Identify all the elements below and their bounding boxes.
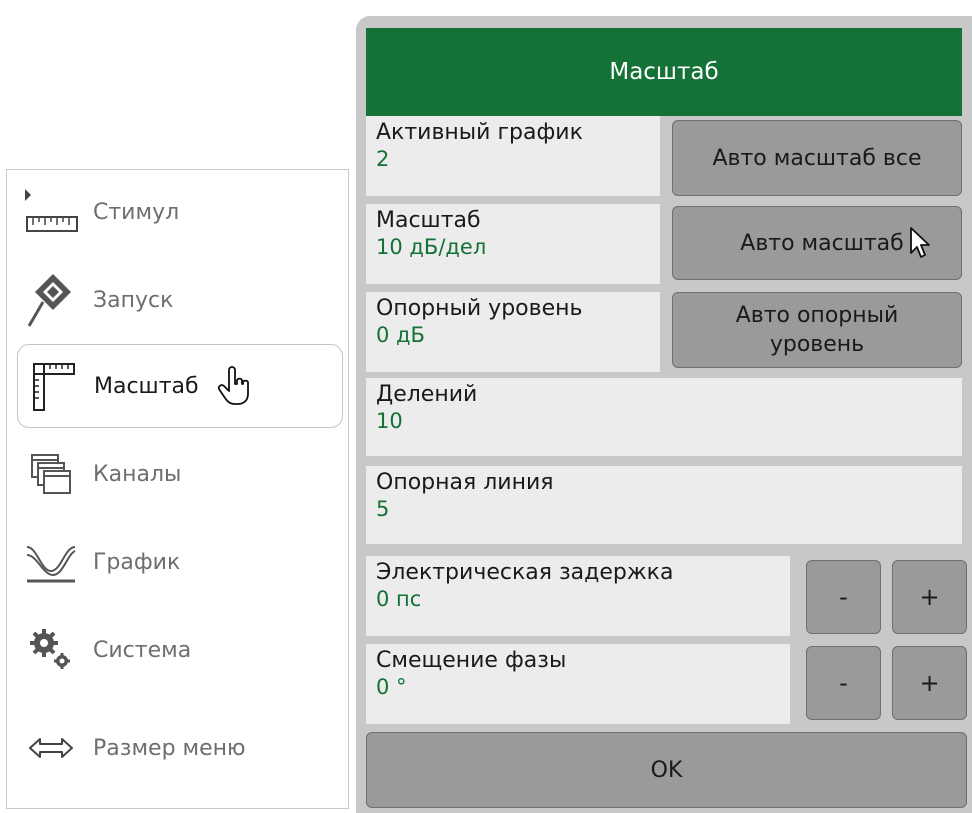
menu-item-label: Каналы [93, 461, 182, 487]
ref-position-label: Опорная линия [376, 470, 554, 495]
double-arrow-icon [19, 716, 83, 780]
ref-position-value: 5 [376, 497, 390, 521]
scale-label: Масштаб [376, 208, 481, 233]
phase-offset-value: 0 ° [376, 675, 407, 699]
active-trace-value: 2 [376, 147, 390, 171]
auto-scale-all-button[interactable]: Авто масштаб все [672, 120, 962, 196]
scale-value: 10 дБ/дел [376, 235, 487, 259]
softkey-menu: Стимул Запуск Масштаб Каналы График Сист… [6, 169, 349, 809]
ref-position-field[interactable]: Опорная линия 5 [366, 466, 962, 544]
menu-item-label: График [93, 549, 181, 575]
ref-level-value: 0 дБ [376, 323, 425, 347]
ref-level-label: Опорный уровень [376, 296, 583, 321]
menu-item-label: Масштаб [94, 373, 199, 399]
electrical-delay-label: Электрическая задержка [376, 560, 674, 585]
divisions-field[interactable]: Делений 10 [366, 378, 962, 456]
trace-icon [19, 530, 83, 594]
trigger-diamond-icon [19, 268, 83, 332]
electrical-delay-field[interactable]: Электрическая задержка 0 пс [366, 556, 790, 636]
auto-scale-label: Авто масштаб [740, 230, 904, 256]
scale-ruler-icon [20, 354, 84, 418]
menu-item-label: Размер меню [93, 735, 246, 761]
ref-level-field[interactable]: Опорный уровень 0 дБ [366, 292, 660, 372]
menu-item-trace[interactable]: График [17, 520, 343, 604]
scale-dialog: Масштаб Активный график 2 Авто масштаб в… [356, 16, 972, 813]
active-trace-field[interactable]: Активный график 2 [366, 116, 660, 196]
menu-item-system[interactable]: Система [17, 608, 343, 692]
menu-item-menu-size[interactable]: Размер меню [17, 706, 343, 790]
gears-icon [19, 618, 83, 682]
menu-item-channels[interactable]: Каналы [17, 432, 343, 516]
divisions-label: Делений [376, 382, 478, 407]
hand-pointer-icon [217, 366, 251, 406]
electrical-delay-minus-button[interactable]: - [806, 560, 881, 634]
auto-scale-button[interactable]: Авто масштаб [672, 206, 962, 280]
electrical-delay-plus-button[interactable]: + [892, 560, 967, 634]
divisions-value: 10 [376, 409, 403, 433]
active-trace-label: Активный график [376, 120, 583, 145]
menu-item-trigger[interactable]: Запуск [17, 258, 343, 342]
menu-item-label: Стимул [93, 199, 180, 225]
phase-offset-plus-button[interactable]: + [892, 646, 967, 720]
ruler-stimulus-icon [19, 180, 83, 244]
phase-offset-minus-button[interactable]: - [806, 646, 881, 720]
menu-item-label: Запуск [93, 287, 174, 313]
arrow-cursor-icon [908, 226, 934, 260]
menu-item-scale[interactable]: Масштаб [17, 344, 343, 428]
menu-item-stimulus[interactable]: Стимул [17, 170, 343, 254]
phase-offset-field[interactable]: Смещение фазы 0 ° [366, 644, 790, 724]
channels-windows-icon [19, 442, 83, 506]
phase-offset-label: Смещение фазы [376, 648, 567, 673]
ok-button[interactable]: OK [366, 732, 967, 808]
scale-field[interactable]: Масштаб 10 дБ/дел [366, 204, 660, 284]
auto-ref-level-button[interactable]: Авто опорный уровень [672, 292, 962, 368]
dialog-title: Масштаб [366, 28, 962, 116]
menu-item-label: Система [93, 637, 192, 663]
electrical-delay-value: 0 пс [376, 587, 422, 611]
